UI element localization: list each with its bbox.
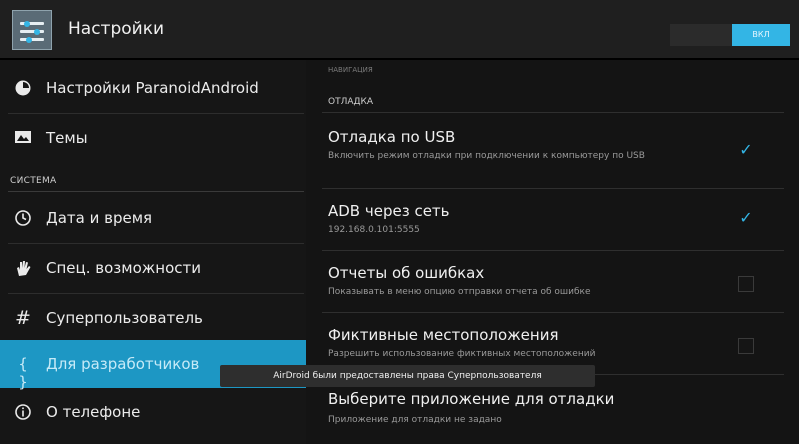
category-label: О телефоне — [46, 403, 141, 421]
braces-icon: { } — [18, 355, 28, 391]
slider-line — [20, 38, 44, 41]
category-label: Настройки ParanoidAndroid — [46, 79, 259, 97]
checkbox-checked[interactable]: ✓ — [738, 142, 754, 158]
checkbox-unchecked[interactable] — [738, 276, 754, 292]
action-bar: Настройки ВКЛ — [0, 0, 799, 60]
divider — [8, 243, 304, 244]
category-label: Суперпользователь — [46, 309, 203, 327]
section-divider — [8, 191, 304, 192]
slider-knob — [26, 36, 32, 43]
settings-app-icon[interactable] — [12, 10, 52, 50]
settings-window: Настройки ВКЛ Настройки ParanoidAndroid … — [0, 0, 799, 444]
category-accessibility[interactable]: Спец. возможности — [0, 246, 306, 291]
pref-summary: Разрешить использование фиктивных местоп… — [328, 349, 596, 359]
pref-title: Выберите приложение для отладки — [328, 390, 615, 408]
pref-summary: 192.168.0.101:5555 — [328, 225, 420, 235]
checkbox-unchecked[interactable] — [738, 338, 754, 354]
pref-title: Фиктивные местоположения — [328, 326, 559, 344]
category-superuser[interactable]: # Суперпользователь — [0, 296, 306, 341]
pref-adb-over-network[interactable]: ADB через сеть 192.168.0.101:5555 ✓ — [306, 190, 799, 248]
pref-title: Отчеты об ошибках — [328, 264, 485, 282]
category-label: Темы — [46, 129, 88, 147]
pref-summary: Показывать в меню опцию отправки отчета … — [328, 287, 591, 297]
category-label: Спец. возможности — [46, 259, 201, 277]
category-themes[interactable]: Темы — [0, 116, 306, 161]
themes-icon — [14, 129, 32, 147]
category-label: Для разработчиков — [46, 355, 200, 373]
pref-title: Отладка по USB — [328, 128, 456, 146]
pref-summary: Включить режим отладки при подключении к… — [328, 151, 645, 161]
divider — [322, 250, 784, 251]
toast-message: AirDroid были предоставлены права Суперп… — [220, 365, 595, 387]
paranoid-icon — [14, 79, 32, 97]
section-header-debug: ОТЛАДКА — [328, 97, 374, 107]
category-paranoid-android[interactable]: Настройки ParanoidAndroid — [0, 66, 306, 111]
section-divider — [322, 112, 784, 113]
pref-title: ADB через сеть — [328, 202, 450, 220]
slider-line — [20, 30, 44, 33]
pref-usb-debugging[interactable]: Отладка по USB Включить режим отладки пр… — [306, 114, 799, 184]
category-about-phone[interactable]: О телефоне — [0, 390, 306, 435]
page-title: Настройки — [68, 19, 165, 39]
category-date-time[interactable]: Дата и время — [0, 196, 306, 241]
divider — [8, 113, 304, 114]
divider — [8, 293, 304, 294]
slider-knob — [24, 20, 30, 27]
category-label: Дата и время — [46, 209, 153, 227]
slider-knob — [34, 28, 40, 35]
pref-mock-locations[interactable]: Фиктивные местоположения Разрешить испол… — [306, 314, 799, 372]
hash-icon: # — [15, 307, 31, 329]
partial-section-header: НАВИГАЦИЯ — [328, 66, 373, 74]
pref-summary: Приложение для отладки не задано — [328, 415, 502, 425]
hand-icon — [14, 259, 32, 277]
divider — [322, 312, 784, 313]
clock-icon — [14, 209, 32, 227]
toggle-on-label: ВКЛ — [732, 24, 790, 46]
section-header-system: СИСТЕМА — [10, 176, 57, 186]
checkbox-checked[interactable]: ✓ — [738, 210, 754, 226]
divider — [322, 188, 784, 189]
developer-options-toggle[interactable]: ВКЛ — [670, 24, 790, 46]
pref-bug-reports[interactable]: Отчеты об ошибках Показывать в меню опци… — [306, 252, 799, 310]
info-icon — [14, 403, 32, 421]
